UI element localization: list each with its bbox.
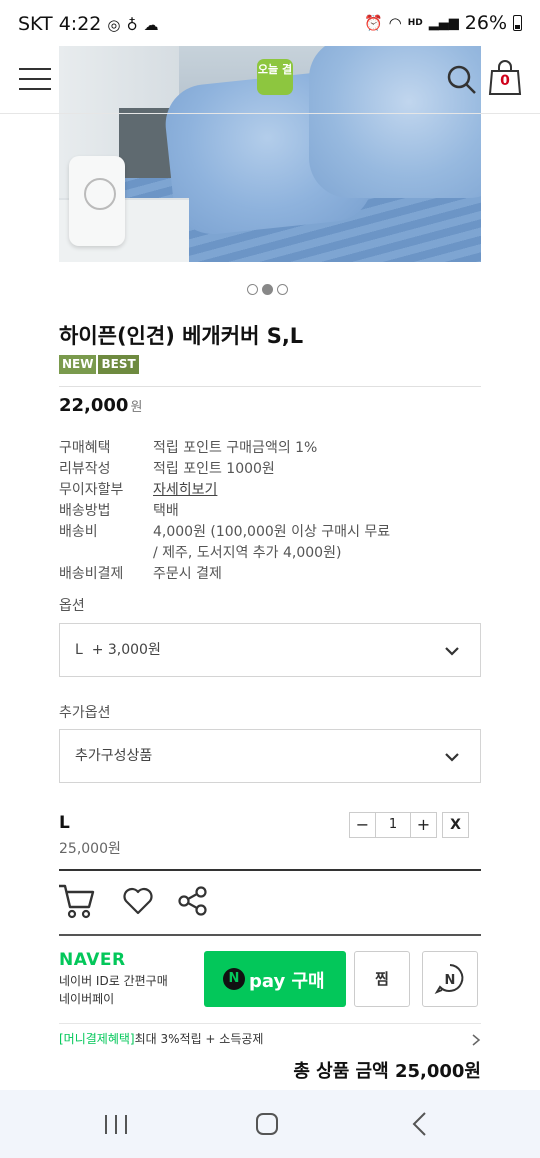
money-divider <box>59 1023 481 1024</box>
system-navigation-bar <box>0 1090 540 1158</box>
remove-item-button[interactable]: X <box>442 812 469 838</box>
money-highlight: [머니결제혜택] <box>59 1032 135 1046</box>
info-value: 4,000원 (100,000원 이상 구매시 무료 <box>153 524 391 540</box>
extra-option-selected-value: 추가구성상품 <box>75 748 153 764</box>
info-row-shipping-payment: 배송비결제 주문시 결제 <box>59 564 481 585</box>
carousel-dot-1[interactable] <box>247 284 258 295</box>
quantity-increase-button[interactable]: + <box>410 812 437 838</box>
volte-icon: HD <box>407 17 423 28</box>
info-key: 배송방법 <box>59 503 111 519</box>
info-key: 무이자할부 <box>59 482 124 498</box>
menu-icon[interactable] <box>19 68 51 90</box>
npay-n-icon: N <box>223 968 245 990</box>
info-row-installment: 무이자할부 자세히보기 <box>59 480 481 501</box>
info-value: 적립 포인트 1000원 <box>153 461 275 477</box>
info-value: 주문시 결제 <box>153 566 222 582</box>
home-icon[interactable] <box>217 1090 317 1158</box>
wishlist-button[interactable]: 찜 <box>354 951 410 1007</box>
chevron-down-icon <box>445 647 459 656</box>
svg-text:N: N <box>445 973 456 988</box>
cloud-icon: ☁ <box>143 16 159 34</box>
info-row-benefit: 구매혜택 적립 포인트 구매금액의 1% <box>59 438 481 459</box>
selected-item-name: L <box>59 813 70 833</box>
info-row-shipping-method: 배송방법 택배 <box>59 501 481 522</box>
quantity-decrease-button[interactable]: − <box>349 812 376 838</box>
naver-line-2: 네이버페이 <box>59 992 115 1006</box>
price-unit: 원 <box>130 400 143 415</box>
notification-icon: ♁ <box>126 16 138 34</box>
extra-option-select[interactable]: 추가구성상품 <box>59 729 481 783</box>
money-text: 최대 3%적립 + 소득공제 <box>134 1032 264 1046</box>
naver-shopping-button[interactable]: N <box>422 951 478 1007</box>
product-price: 22,000 원 <box>59 395 142 416</box>
chevron-down-icon <box>445 753 459 762</box>
instagram-icon: ◎ <box>107 16 121 34</box>
carrier-label: SKT <box>18 13 53 35</box>
info-row-shipping-fee: 배송비 4,000원 (100,000원 이상 구매시 무료 / 제주, 도서지… <box>59 522 481 564</box>
info-key: 배송비결제 <box>59 566 124 582</box>
selected-item-divider <box>59 869 481 871</box>
carousel-dot-3[interactable] <box>277 284 288 295</box>
info-row-review: 리뷰작성 적립 포인트 1000원 <box>59 459 481 480</box>
naver-n-icon: N <box>434 964 464 995</box>
recent-apps-icon[interactable] <box>66 1090 166 1158</box>
naver-line-1: 네이버 ID로 간편구매 <box>59 974 168 988</box>
carousel-dot-2[interactable] <box>262 284 273 295</box>
total-price: 총 상품 금액 25,000원 <box>293 1057 481 1083</box>
info-value-2: / 제주, 도서지역 추가 4,000원) <box>153 545 342 561</box>
heart-icon[interactable] <box>122 887 154 915</box>
status-right: ⏰ ◠ HD ▂▄▆ 26% <box>364 12 522 34</box>
info-key: 리뷰작성 <box>59 461 111 477</box>
option-label: 옵션 <box>59 598 85 614</box>
title-divider <box>59 386 481 387</box>
naver-pay-buy-button[interactable]: N pay 구매 <box>204 951 346 1007</box>
product-info-table: 구매혜택 적립 포인트 구매금액의 1% 리뷰작성 적립 포인트 1000원 무… <box>59 438 481 585</box>
site-header: 오늘 결 0 <box>0 46 540 114</box>
info-value: 적립 포인트 구매금액의 1% <box>153 440 318 456</box>
info-key: 구매혜택 <box>59 440 111 456</box>
search-icon[interactable] <box>446 64 478 96</box>
action-divider <box>59 934 481 936</box>
clock-label: 4:22 <box>58 13 102 35</box>
battery-label: 26% <box>464 12 507 34</box>
battery-icon <box>513 15 522 31</box>
carousel-dots <box>247 284 288 295</box>
share-icon[interactable] <box>177 885 209 917</box>
cart-count: 0 <box>500 73 510 89</box>
product-title: 하이픈(인견) 베개커버 S,L <box>59 324 304 348</box>
quantity-value[interactable]: 1 <box>376 812 410 838</box>
header-divider <box>0 113 540 114</box>
brand-logo[interactable]: 오늘 결 <box>257 59 293 95</box>
extra-option-label: 추가옵션 <box>59 705 111 721</box>
info-key: 배송비 <box>59 524 98 540</box>
total-amount: 25,000원 <box>394 1061 481 1082</box>
npay-label: pay 구매 <box>249 971 325 992</box>
money-benefit[interactable]: [머니결제혜택]최대 3%적립 + 소득공제 <box>59 1030 263 1047</box>
info-value: 택배 <box>153 503 179 519</box>
status-bar: SKT 4:22 ◎ ♁ ☁ ⏰ ◠ HD ▂▄▆ 26% <box>0 0 540 46</box>
cart-icon[interactable] <box>58 883 96 919</box>
total-label: 총 상품 금액 <box>293 1061 389 1082</box>
price-value: 22,000 <box>59 395 129 416</box>
installment-details-link[interactable]: 자세히보기 <box>153 482 217 498</box>
selected-item-price: 25,000원 <box>59 841 121 857</box>
option-selected-value: L + 3,000원 <box>75 642 161 658</box>
product-badges: NEW BEST <box>59 355 139 374</box>
back-icon[interactable] <box>369 1090 469 1158</box>
wifi-icon: ◠ <box>388 14 402 32</box>
naver-description: 네이버 ID로 간편구매 네이버페이 <box>59 972 168 1008</box>
alarm-icon: ⏰ <box>363 14 383 32</box>
status-time: SKT 4:22 ◎ ♁ ☁ <box>18 13 159 35</box>
chevron-right-icon[interactable] <box>470 1034 482 1046</box>
naver-logo: NAVER <box>59 950 126 970</box>
best-badge: BEST <box>98 355 139 374</box>
option-select[interactable]: L + 3,000원 <box>59 623 481 677</box>
new-badge: NEW <box>59 355 97 374</box>
signal-icon: ▂▄▆ <box>428 15 459 31</box>
